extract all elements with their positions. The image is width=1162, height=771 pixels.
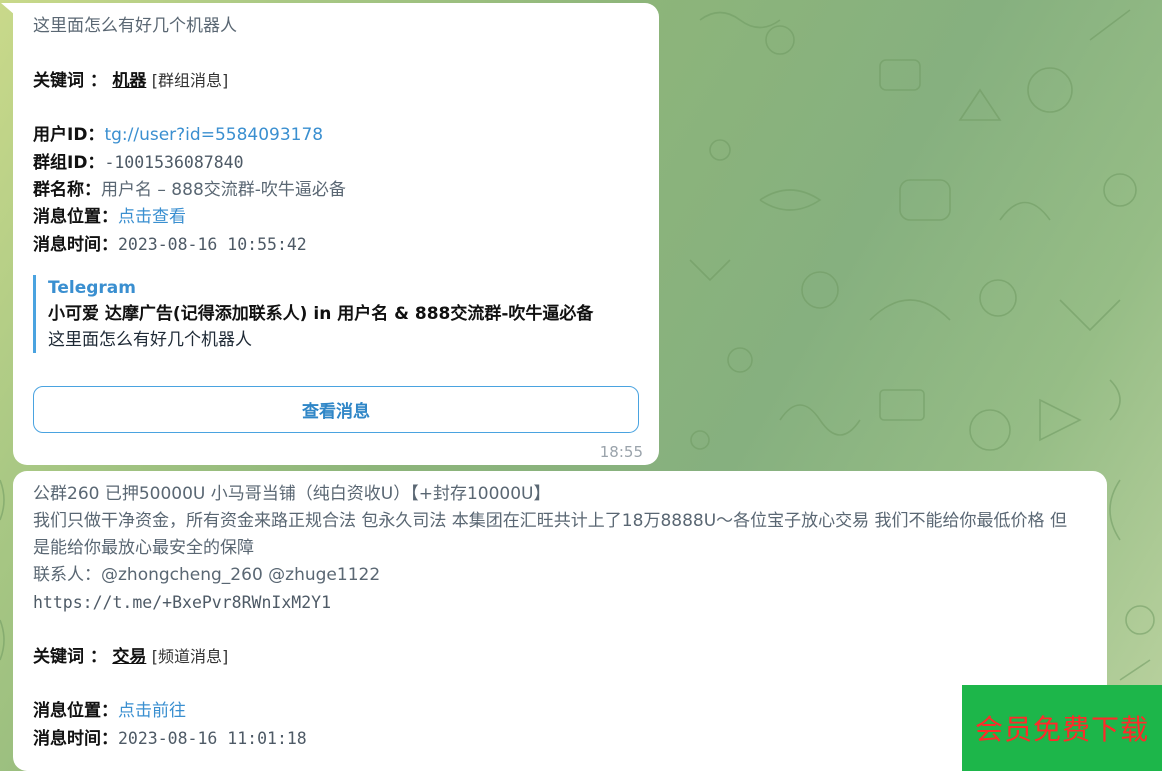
keyword-type: [频道消息] — [151, 647, 229, 666]
quote-body: 这里面怎么有好几个机器人 — [48, 330, 252, 350]
group-name-row: 群名称：用户名 – 888交流群-吹牛逼必备 — [33, 177, 643, 204]
time-row: 消息时间：2023-08-16 10:55:42 — [33, 231, 643, 259]
contacts-line: 联系人：@zhongcheng_260 @zhuge1122 — [33, 565, 381, 585]
message-bubble-1: 这里面怎么有好几个机器人 关键词 ： 机器 [群组消息] 用户ID：tg://u… — [13, 3, 659, 465]
group-name-label: 群名称： — [33, 180, 101, 200]
user-id-link[interactable]: tg://user?id=5584093178 — [104, 125, 323, 145]
invite-link[interactable]: https://t.me/+BxePvr8RWnIxM2Y1 — [33, 589, 1091, 616]
position-label: 消息位置： — [33, 207, 118, 227]
message-line-1: 公群260 已押50000U 小马哥当铺（纯白资收U）【+封存10000U】 — [33, 484, 551, 504]
position-row: 消息位置：点击前往 — [33, 698, 1091, 725]
group-id-label: 群组ID： — [33, 153, 105, 173]
view-position-link[interactable]: 点击查看 — [118, 207, 186, 227]
free-download-badge[interactable]: 会员免费下载 — [962, 685, 1162, 771]
keyword-type: [群组消息] — [151, 71, 229, 90]
position-row: 消息位置：点击查看 — [33, 204, 643, 231]
go-to-position-link[interactable]: 点击前往 — [118, 701, 186, 721]
keyword-value: 交易 — [112, 647, 147, 667]
keyword-label: 关键词 ： — [33, 647, 107, 667]
user-id-label: 用户ID： — [33, 125, 105, 145]
forwarded-quote[interactable]: Telegram 小可爱 达摩广告(记得添加联系人) in 用户名 & 888交… — [33, 275, 643, 353]
message-line-2: 我们只做干净资金，所有资金来路正规合法 包永久司法 本集团在汇旺共计上了18万8… — [33, 511, 1067, 558]
time-label: 消息时间： — [33, 235, 118, 255]
time-row: 消息时间：2023-08-16 11:01:18 — [33, 725, 1091, 753]
time-value: 2023-08-16 11:01:18 — [118, 729, 307, 748]
quote-source: Telegram — [48, 278, 136, 298]
group-name-value: 用户名 – 888交流群-吹牛逼必备 — [101, 180, 346, 200]
user-id-row: 用户ID：tg://user?id=5584093178 — [33, 122, 643, 149]
keyword-row: 关键词 ： 交易 [频道消息] — [33, 643, 1091, 671]
time-value: 2023-08-16 10:55:42 — [118, 235, 307, 254]
group-id-row: 群组ID：-1001536087840 — [33, 149, 643, 177]
position-label: 消息位置： — [33, 701, 118, 721]
message-text: 这里面怎么有好几个机器人 — [33, 16, 237, 36]
view-message-button[interactable]: 查看消息 — [33, 386, 639, 433]
quote-title: 小可爱 达摩广告(记得添加联系人) in 用户名 & 888交流群-吹牛逼必备 — [48, 304, 594, 324]
group-id-value: -1001536087840 — [104, 153, 244, 172]
message-timestamp: 18:55 — [599, 443, 643, 461]
keyword-value: 机器 — [112, 71, 147, 91]
keyword-row: 关键词 ： 机器 [群组消息] — [33, 67, 643, 95]
time-label: 消息时间： — [33, 729, 118, 749]
keyword-label: 关键词 ： — [33, 71, 107, 91]
message-bubble-2: 公群260 已押50000U 小马哥当铺（纯白资收U）【+封存10000U】 我… — [13, 471, 1107, 771]
